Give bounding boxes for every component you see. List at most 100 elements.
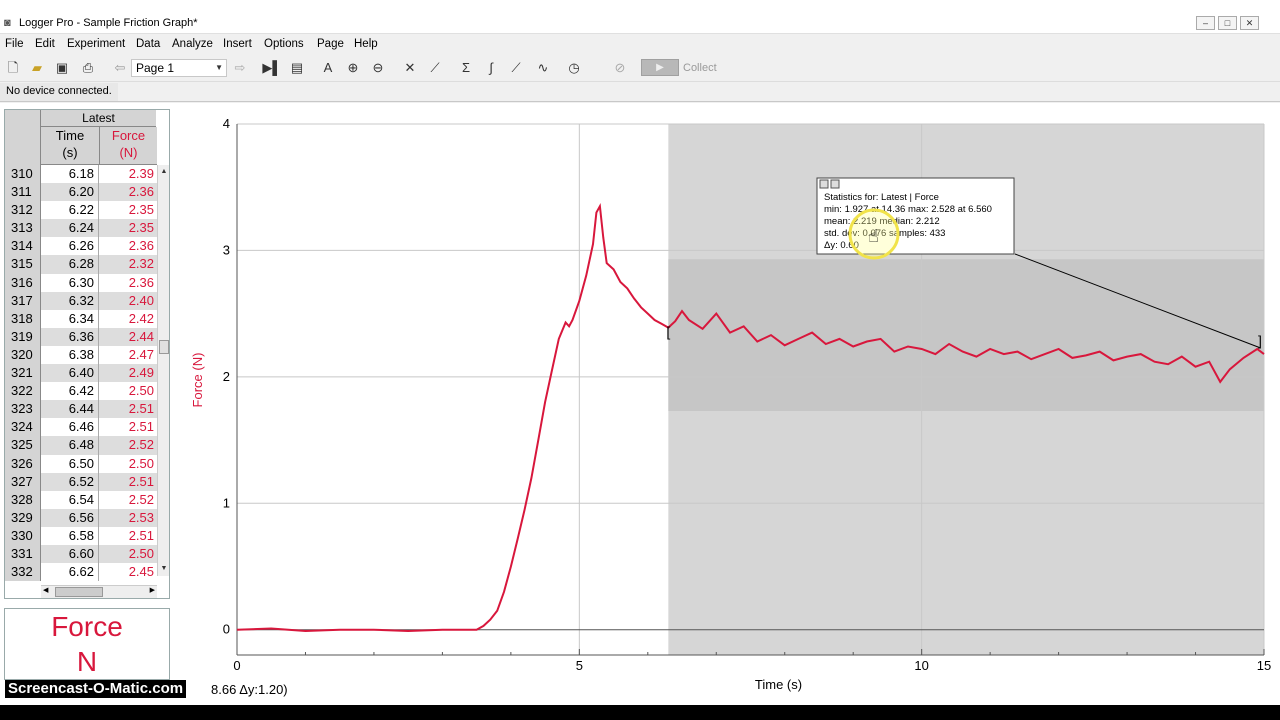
page-forward-icon[interactable]: ⇨ xyxy=(230,58,250,78)
force-cell: 2.51 xyxy=(128,419,154,435)
table-row[interactable]: 310 6.18 2.39 xyxy=(5,165,157,184)
force-cell: 2.53 xyxy=(128,509,154,525)
table-vertical-scrollbar[interactable]: ▲ ▼ xyxy=(157,165,169,576)
chevron-down-icon: ▼ xyxy=(215,63,223,72)
stats-options-icon xyxy=(830,179,840,189)
table-row[interactable]: 326 6.50 2.50 xyxy=(5,454,157,473)
force-cell: 2.40 xyxy=(128,292,154,308)
curve-fit-icon[interactable]: ∿ xyxy=(533,58,553,78)
x-axis-label: Time (s) xyxy=(755,677,802,692)
time-cell: 6.60 xyxy=(41,544,99,564)
hscroll-thumb[interactable] xyxy=(55,587,103,597)
save-icon[interactable]: ▣ xyxy=(52,58,72,78)
title-bar: ◙ Logger Pro - Sample Friction Graph* – … xyxy=(0,0,1280,34)
open-folder-icon[interactable]: ▰ xyxy=(27,58,47,78)
force-cell: 2.47 xyxy=(128,346,154,362)
force-meter[interactable]: Force N xyxy=(4,608,170,680)
statistics-icon[interactable]: Σ xyxy=(456,58,476,78)
force-cell: 2.36 xyxy=(128,274,154,290)
zoom-out-icon[interactable]: ⊖ xyxy=(368,58,388,78)
linear-fit-icon[interactable]: ⟋ xyxy=(506,58,526,78)
table-row[interactable]: 330 6.58 2.51 xyxy=(5,526,157,545)
selection-end-bracket: ] xyxy=(1258,332,1262,348)
table-row[interactable]: 314 6.26 2.36 xyxy=(5,237,157,256)
menu-edit[interactable]: Edit xyxy=(35,38,55,50)
table-row[interactable]: 323 6.44 2.51 xyxy=(5,400,157,419)
menu-data[interactable]: Data xyxy=(136,38,160,50)
menu-file[interactable]: File xyxy=(5,38,24,50)
stats-line2: min: 1.927 at 14.36 max: 2.528 at 6.560 xyxy=(824,204,992,215)
menu-insert[interactable]: Insert xyxy=(223,38,252,50)
table-row[interactable]: 315 6.28 2.32 xyxy=(5,255,157,274)
scroll-left-icon[interactable]: ◀ xyxy=(43,586,48,594)
row-number: 328 xyxy=(5,490,41,509)
zero-sensor-icon: ⊘ xyxy=(614,60,626,75)
table-row[interactable]: 320 6.38 2.47 xyxy=(5,345,157,365)
table-row[interactable]: 321 6.40 2.49 xyxy=(5,364,157,383)
force-cell: 2.50 xyxy=(128,455,154,471)
row-number: 326 xyxy=(5,454,41,473)
page-back-icon[interactable]: ⇦ xyxy=(110,58,130,78)
minimize-button[interactable]: – xyxy=(1196,16,1215,30)
table-row[interactable]: 317 6.32 2.40 xyxy=(5,291,157,310)
table-row[interactable]: 332 6.62 2.45 xyxy=(5,563,157,582)
scroll-right-icon[interactable]: ▶ xyxy=(150,586,155,594)
row-number: 311 xyxy=(5,183,41,202)
row-number: 315 xyxy=(5,255,41,274)
collect-label: Collect xyxy=(683,62,717,74)
table-row[interactable]: 327 6.52 2.51 xyxy=(5,472,157,491)
integral-icon[interactable]: ∫ xyxy=(481,58,501,78)
time-cell: 6.56 xyxy=(41,508,99,527)
column-header-time[interactable]: Time (s) xyxy=(41,127,100,165)
force-cell: 2.45 xyxy=(128,564,154,580)
table-row[interactable]: 325 6.48 2.52 xyxy=(5,436,157,455)
menu-experiment[interactable]: Experiment xyxy=(67,38,125,50)
table-row[interactable]: 319 6.36 2.44 xyxy=(5,327,157,346)
table-row[interactable]: 331 6.60 2.50 xyxy=(5,544,157,564)
table-icon[interactable]: ▶▌ xyxy=(262,58,282,78)
examine-icon[interactable]: ✕ xyxy=(400,58,420,78)
table-row[interactable]: 311 6.20 2.36 xyxy=(5,183,157,202)
force-cell: 2.35 xyxy=(128,202,154,218)
tangent-icon[interactable]: ⟋ xyxy=(425,58,445,78)
data-table[interactable]: Latest Time (s) Force (N) 310 6.18 2.39 311… xyxy=(4,109,170,599)
close-button[interactable]: ✕ xyxy=(1240,16,1259,30)
column-header-force[interactable]: Force (N) xyxy=(100,127,157,165)
table-row[interactable]: 329 6.56 2.53 xyxy=(5,508,157,527)
table-row[interactable]: 316 6.30 2.36 xyxy=(5,273,157,292)
menu-options[interactable]: Options xyxy=(264,38,304,50)
menu-help[interactable]: Help xyxy=(354,38,378,50)
row-number: 318 xyxy=(5,309,41,328)
time-cell: 6.58 xyxy=(41,526,99,545)
time-cell: 6.44 xyxy=(41,400,99,419)
time-cell: 6.42 xyxy=(41,382,99,401)
dataset-header: Latest xyxy=(41,110,156,127)
maximize-button[interactable]: □ xyxy=(1218,16,1237,30)
table-row[interactable]: 324 6.46 2.51 xyxy=(5,418,157,437)
row-number: 321 xyxy=(5,364,41,383)
zoom-in-icon[interactable]: ⊕ xyxy=(343,58,363,78)
scroll-down-icon[interactable]: ▼ xyxy=(159,563,169,575)
scroll-thumb[interactable] xyxy=(159,340,169,354)
toolbar: 🗋 ▰ ▣ ⎙ ⇦ Page 1 ▼ ⇨ ▶▌ ▤ A ⊕ ⊖ ✕ ⟋ Σ ∫ … xyxy=(0,54,1280,82)
table-row[interactable]: 322 6.42 2.50 xyxy=(5,382,157,401)
y-tick-label: 0 xyxy=(223,622,230,637)
menu-page[interactable]: Page xyxy=(317,38,344,50)
menu-analyze[interactable]: Analyze xyxy=(172,38,213,50)
force-cell: 2.52 xyxy=(128,437,154,453)
table-horizontal-scrollbar[interactable]: ◀ ▶ xyxy=(41,585,157,598)
table-row[interactable]: 313 6.24 2.35 xyxy=(5,219,157,238)
force-time-graph[interactable]: 0 5 10 15 0 1 2 3 4 Time (s) Force (N) [] Statistics… xyxy=(180,110,1280,705)
force-header-unit: (N) xyxy=(119,145,138,160)
new-file-icon[interactable]: 🗋 xyxy=(3,58,23,78)
table-row[interactable]: 318 6.34 2.42 xyxy=(5,309,157,328)
table-row[interactable]: 328 6.54 2.52 xyxy=(5,490,157,509)
collect-button[interactable]: ▶ xyxy=(641,59,679,76)
scroll-up-icon[interactable]: ▲ xyxy=(159,166,169,178)
print-icon[interactable]: ⎙ xyxy=(78,58,98,78)
autoscale-icon[interactable]: A xyxy=(318,58,338,78)
table-row[interactable]: 312 6.22 2.35 xyxy=(5,201,157,220)
data-collection-icon[interactable]: ◷ xyxy=(564,58,584,78)
data-browser-icon[interactable]: ▤ xyxy=(287,58,307,78)
page-select[interactable]: Page 1 ▼ xyxy=(131,59,227,77)
